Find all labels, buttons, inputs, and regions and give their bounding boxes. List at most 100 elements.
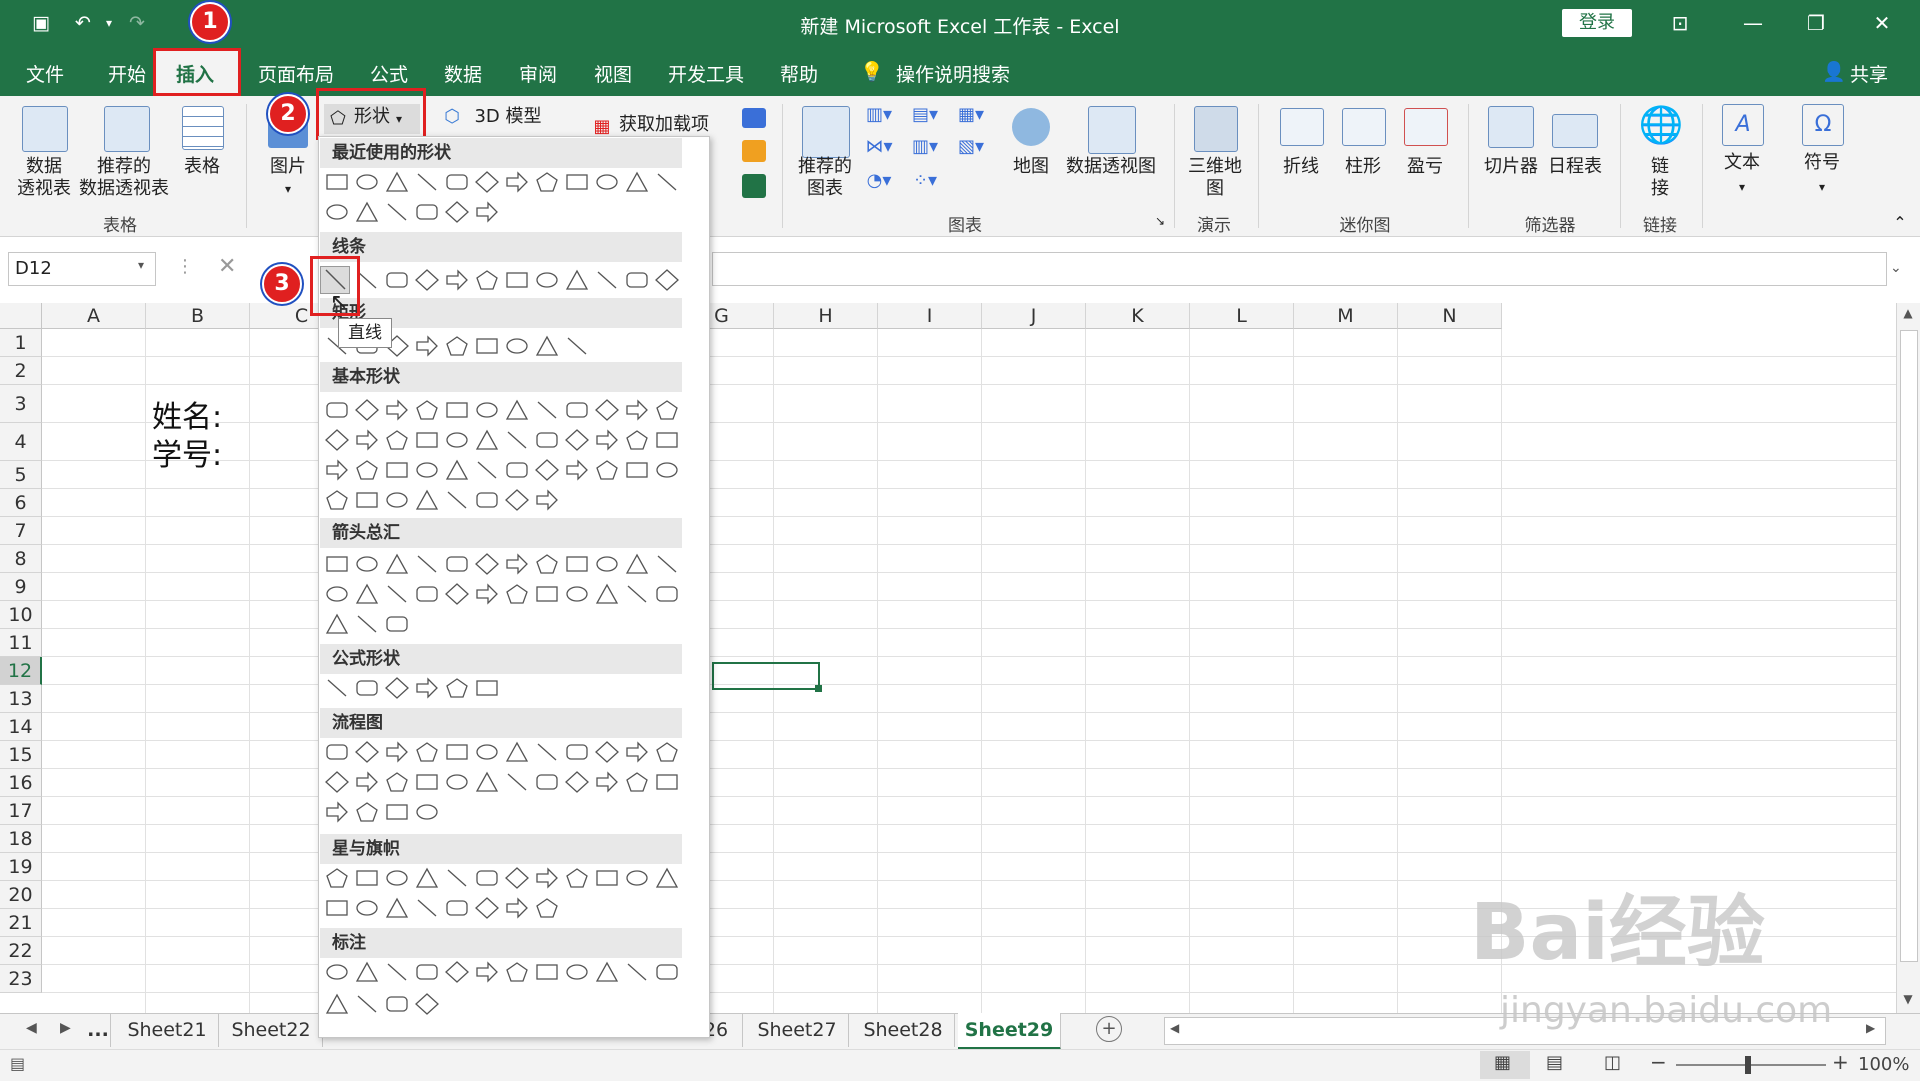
shape-option[interactable] [564,866,590,890]
tab-view[interactable]: 视图 [594,60,632,87]
shape-option[interactable] [444,896,470,920]
shape-option[interactable] [624,582,650,606]
shape-option[interactable] [504,170,530,194]
row-header-10[interactable]: 10 [0,601,42,629]
shape-option[interactable] [534,740,560,764]
shape-option[interactable] [624,740,650,764]
shape-option[interactable] [474,428,500,452]
shape-option[interactable] [324,770,350,794]
shape-option[interactable] [594,552,620,576]
shape-option[interactable] [534,488,560,512]
shape-option[interactable] [324,676,350,700]
shape-option[interactable] [654,268,680,292]
shape-option[interactable] [504,268,530,292]
shape-option[interactable] [354,612,380,636]
shape-option[interactable] [354,458,380,482]
shape-option[interactable] [384,960,410,984]
tab-file[interactable]: 文件 [26,60,64,87]
tab-page-layout[interactable]: 页面布局 [258,60,334,87]
column-chart-icon[interactable]: ▥▾ [862,104,896,126]
shape-option[interactable] [414,458,440,482]
shape-option[interactable] [384,770,410,794]
bar-chart-icon[interactable]: ▤▾ [908,104,942,126]
collapse-ribbon-icon[interactable]: ⌃ [1888,212,1912,234]
hierarchy-chart-icon[interactable]: ⋈▾ [862,136,896,158]
scroll-left-icon[interactable]: ◀ [1170,1021,1179,1035]
sheet-next-icon[interactable]: ▶ [60,1020,71,1036]
picture-button[interactable]: 图片 [258,156,318,178]
shape-option[interactable] [594,170,620,194]
shape-option[interactable] [474,740,500,764]
bing-icon[interactable] [742,140,766,162]
shape-option[interactable] [594,268,620,292]
shape-option[interactable] [414,428,440,452]
shape-option[interactable] [414,740,440,764]
shape-option[interactable] [324,582,350,606]
dialog-launcher-icon[interactable]: ↘ [1150,210,1170,232]
shape-option[interactable] [384,488,410,512]
row-header-23[interactable]: 23 [0,965,42,993]
shape-option[interactable] [444,582,470,606]
shape-option[interactable] [594,960,620,984]
shape-option[interactable] [354,428,380,452]
shape-option[interactable] [444,488,470,512]
shape-option[interactable] [474,770,500,794]
sheet-more[interactable]: ... [86,1013,111,1047]
shape-option[interactable] [414,896,440,920]
column-header-a[interactable]: A [42,303,146,329]
shape-option[interactable] [504,740,530,764]
shape-option[interactable] [324,170,350,194]
row-header-22[interactable]: 22 [0,937,42,965]
shape-option[interactable] [354,992,380,1016]
shape-option[interactable] [354,582,380,606]
shape-option[interactable] [354,960,380,984]
recommended-charts-button[interactable]: 推荐的 图表 [790,156,860,200]
shape-option[interactable] [354,770,380,794]
shape-option[interactable] [504,428,530,452]
shape-option[interactable] [444,398,470,422]
shape-option[interactable] [354,676,380,700]
shape-option[interactable] [474,960,500,984]
shape-option[interactable] [534,170,560,194]
shape-option[interactable] [444,676,470,700]
shape-option[interactable] [414,268,440,292]
shape-option[interactable] [624,398,650,422]
shape-option[interactable] [414,170,440,194]
shape-option[interactable] [414,398,440,422]
minimize-icon[interactable]: — [1733,8,1773,38]
fill-handle[interactable] [815,685,822,692]
row-header-17[interactable]: 17 [0,797,42,825]
shape-option[interactable] [624,458,650,482]
sparkline-column-button[interactable]: 柱形 [1332,156,1394,178]
row-header-12[interactable]: 12 [0,657,42,685]
text-button[interactable]: 文本 [1710,152,1774,174]
tab-home[interactable]: 开始 [108,60,146,87]
page-break-view-icon[interactable]: ◫ [1604,1052,1621,1073]
row-header-20[interactable]: 20 [0,881,42,909]
shape-option[interactable] [504,770,530,794]
shape-option[interactable] [384,800,410,824]
expand-formula-icon[interactable]: ⌄ [1890,260,1902,276]
shape-option[interactable] [384,268,410,292]
column-header-n[interactable]: N [1398,303,1502,329]
slicer-button[interactable]: 切片器 [1478,156,1544,178]
shape-option[interactable] [504,458,530,482]
shape-option[interactable] [594,458,620,482]
shape-option[interactable] [534,960,560,984]
combo-chart-icon[interactable]: ▧▾ [954,136,988,158]
shape-option[interactable] [534,398,560,422]
shape-option[interactable] [504,552,530,576]
shape-option[interactable] [564,334,590,358]
row-header-5[interactable]: 5 [0,461,42,489]
shape-option[interactable] [384,896,410,920]
3d-model-button[interactable]: 3D 模型 [466,106,550,128]
active-cell-d12[interactable] [712,662,820,690]
shape-option[interactable] [414,960,440,984]
row-header-16[interactable]: 16 [0,769,42,797]
row-header-3[interactable]: 3 [0,385,42,423]
shape-option[interactable] [564,770,590,794]
row-header-19[interactable]: 19 [0,853,42,881]
shape-option[interactable] [474,334,500,358]
shape-option[interactable] [504,896,530,920]
shape-option[interactable] [654,170,680,194]
